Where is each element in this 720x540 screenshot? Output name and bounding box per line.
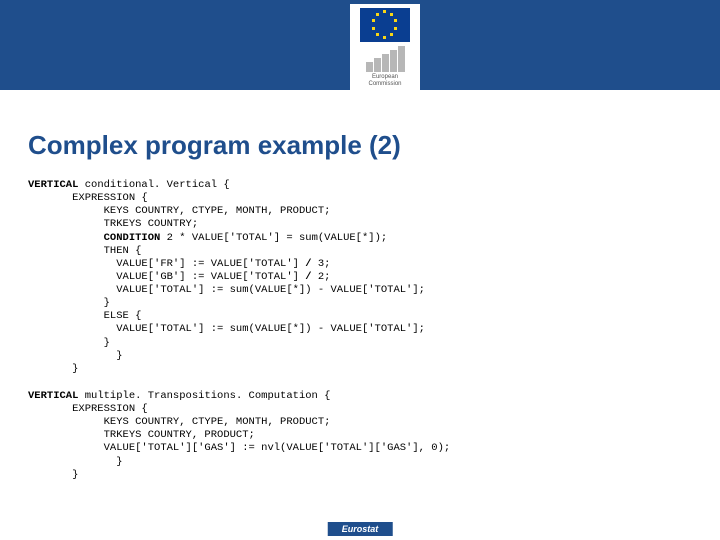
code-text: EXPRESSION { — [28, 192, 148, 204]
code-text: THEN { — [28, 245, 141, 257]
code-block-1: VERTICAL conditional. Vertical { EXPRESS… — [28, 179, 702, 376]
content-area: Complex program example (2) VERTICAL con… — [0, 90, 720, 482]
code-text: VALUE['TOTAL'] := sum(VALUE[*]) - VALUE[… — [28, 284, 425, 296]
ec-logo: European Commission — [350, 4, 420, 114]
code-text: TRKEYS COUNTRY, PRODUCT; — [28, 429, 255, 441]
code-text: 2 * VALUE['TOTAL'] = sum(VALUE[*]); — [160, 232, 387, 244]
code-text: VALUE['TOTAL']['GAS'] := nvl(VALUE['TOTA… — [28, 442, 450, 454]
footer-tag: Eurostat — [328, 522, 393, 536]
code-text: conditional. Vertical { — [78, 179, 229, 191]
code-text: multiple. Transpositions. Computation { — [78, 390, 330, 402]
code-text — [28, 232, 104, 244]
code-text: KEYS COUNTRY, CTYPE, MONTH, PRODUCT; — [28, 205, 330, 217]
code-text: EXPRESSION { — [28, 403, 148, 415]
logo-text-line2: Commission — [368, 81, 401, 88]
code-text: 3; — [312, 258, 331, 270]
code-text: } — [28, 363, 78, 375]
code-block-2: VERTICAL multiple. Transpositions. Compu… — [28, 390, 702, 482]
building-icon — [366, 44, 405, 72]
logo-text-line1: European — [368, 74, 401, 81]
page-title: Complex program example (2) — [28, 130, 702, 161]
kw: VERTICAL — [28, 179, 78, 191]
logo-text: European Commission — [368, 74, 401, 87]
code-text: } — [28, 297, 110, 309]
code-text: ELSE { — [28, 310, 141, 322]
code-text: KEYS COUNTRY, CTYPE, MONTH, PRODUCT; — [28, 416, 330, 428]
code-text: } — [28, 337, 110, 349]
kw: CONDITION — [104, 232, 161, 244]
code-text: VALUE['FR'] := VALUE['TOTAL'] — [28, 258, 305, 270]
code-text: VALUE['TOTAL'] := sum(VALUE[*]) - VALUE[… — [28, 323, 425, 335]
code-text: 2; — [312, 271, 331, 283]
code-text: } — [28, 469, 78, 481]
code-text: } — [28, 456, 123, 468]
header-bar: European Commission — [0, 0, 720, 90]
code-text: } — [28, 350, 123, 362]
code-text: TRKEYS COUNTRY; — [28, 218, 198, 230]
kw: VERTICAL — [28, 390, 78, 402]
code-text: VALUE['GB'] := VALUE['TOTAL'] — [28, 271, 305, 283]
eu-flag-icon — [360, 8, 410, 42]
